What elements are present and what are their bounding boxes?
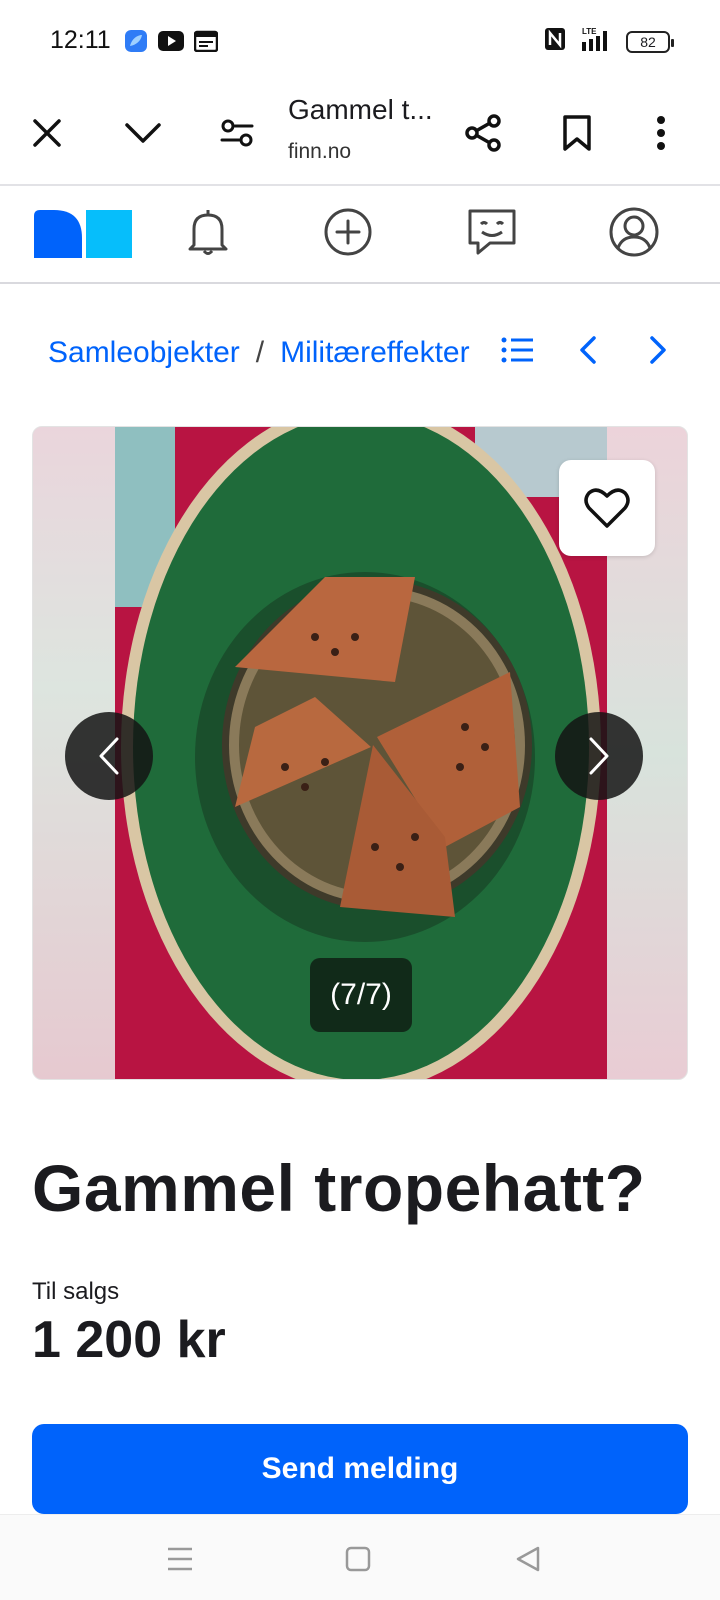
finn-header [0,186,720,284]
bookmark-icon[interactable] [554,110,600,156]
new-ad-plus-icon[interactable] [322,206,374,258]
gallery-next-icon [589,737,609,775]
heart-icon [584,488,630,528]
browser-app-icon [124,29,148,58]
browser-page-title[interactable]: Gammel t... [288,94,433,126]
back-icon[interactable] [508,1539,548,1579]
share-icon[interactable] [460,110,506,156]
ad-title: Gammel tropehatt? [32,1151,646,1225]
signal-icon: LTE [578,26,614,57]
more-vertical-icon[interactable] [638,110,684,156]
calendar-icon [193,30,219,57]
image-counter: (7/7) [310,958,412,1032]
list-icon[interactable] [498,330,538,370]
chevron-down-icon[interactable] [120,110,166,156]
youtube-icon [158,31,184,56]
next-arrow-icon[interactable] [638,330,678,370]
status-bar: 12:11 LTE 82 [0,0,720,82]
notifications-bell-icon[interactable] [182,206,234,258]
breadcrumb: Samleobjekter / Militæreffekter [48,336,472,370]
gallery-prev-button[interactable] [65,712,153,800]
battery-level: 82 [640,33,656,50]
close-icon[interactable] [24,110,70,156]
send-message-button[interactable]: Send melding [32,1424,688,1514]
gallery-next-button[interactable] [555,712,643,800]
home-icon[interactable] [338,1539,378,1579]
gallery-prev-icon [99,737,119,775]
price-label: Til salgs [32,1278,120,1305]
svg-text:LTE: LTE [582,27,597,36]
favorite-button[interactable] [559,460,655,556]
prev-arrow-icon[interactable] [568,330,608,370]
battery-icon: 82 [626,30,674,53]
breadcrumb-item-samleobjekter[interactable]: Samleobjekter [48,336,240,369]
breadcrumb-separator: / [255,336,265,369]
status-icons-left [124,29,219,58]
profile-icon[interactable] [608,206,660,258]
finn-logo[interactable] [34,208,134,258]
nfc-icon [544,27,566,56]
status-time: 12:11 [50,26,111,54]
price: 1 200 kr [32,1311,226,1369]
page-settings-icon[interactable] [214,110,260,156]
status-icons-right: LTE 82 [544,26,674,57]
recent-apps-icon[interactable] [160,1539,200,1579]
browser-url[interactable]: finn.no [288,140,351,164]
breadcrumb-item-militaereffekter[interactable]: Militæreffekter [280,336,470,369]
messages-icon[interactable] [466,206,518,258]
system-nav-bar [0,1514,720,1600]
browser-toolbar: Gammel t... finn.no [0,82,720,186]
